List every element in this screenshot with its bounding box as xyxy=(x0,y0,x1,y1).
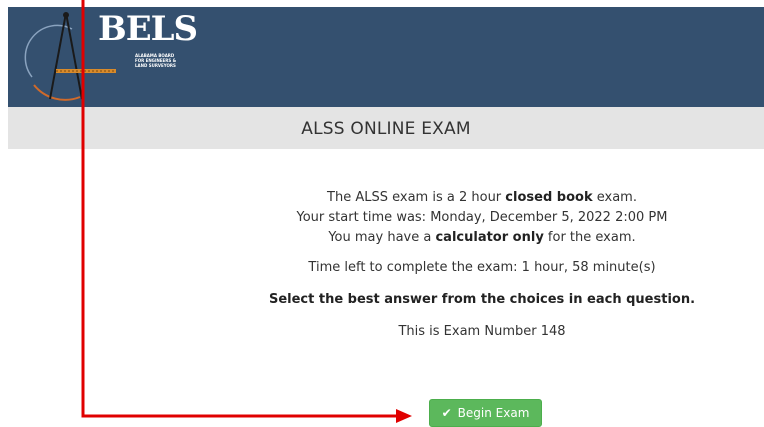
page-title-banner: ALSS ONLINE EXAM xyxy=(8,107,764,149)
bels-logo: BELS ALABAMA BOARD FOR ENGINEERS & LAND … xyxy=(22,7,198,107)
site-header: BELS ALABAMA BOARD FOR ENGINEERS & LAND … xyxy=(8,7,764,107)
calculator-rule-text: You may have a calculator only for the e… xyxy=(328,230,636,245)
begin-exam-label: Begin Exam xyxy=(457,406,530,420)
calculator-only-emphasis: calculator only xyxy=(435,230,544,245)
logo-subtitle: ALABAMA BOARD FOR ENGINEERS & LAND SURVE… xyxy=(135,53,177,68)
logo-wordmark: BELS xyxy=(98,9,198,49)
time-left-text: Time left to complete the exam: 1 hour, … xyxy=(308,260,656,275)
page-title: ALSS ONLINE EXAM xyxy=(301,119,471,139)
closed-book-emphasis: closed book xyxy=(505,190,593,205)
check-icon: ✔ xyxy=(441,406,452,420)
instructions-text: Select the best answer from the choices … xyxy=(268,292,696,307)
exam-duration-text: The ALSS exam is a 2 hour closed book ex… xyxy=(327,190,637,205)
exam-info: The ALSS exam is a 2 hour closed book ex… xyxy=(200,188,764,342)
begin-exam-button[interactable]: ✔ Begin Exam xyxy=(429,399,542,427)
exam-number-text: This is Exam Number 148 xyxy=(398,324,566,339)
arrowhead-icon xyxy=(396,409,412,423)
start-time-text: Your start time was: Monday, December 5,… xyxy=(296,210,668,225)
